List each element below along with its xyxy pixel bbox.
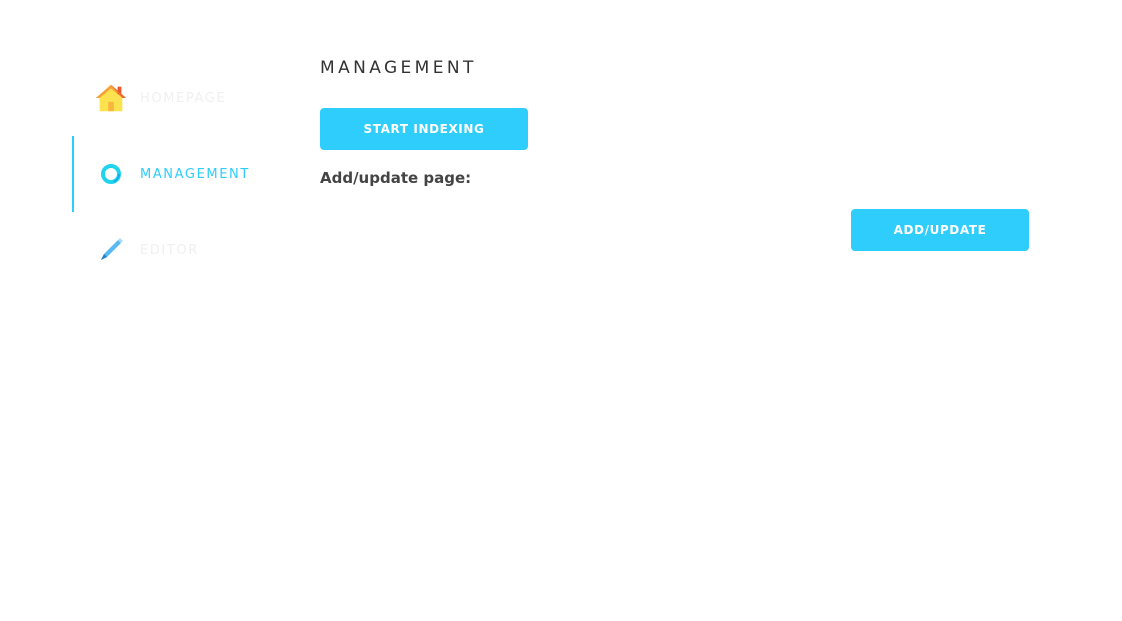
sidebar-item-management[interactable]: Management [72, 136, 292, 212]
pencil-icon [94, 233, 128, 267]
home-icon [94, 81, 128, 115]
sidebar-item-label: Homepage [140, 90, 227, 106]
app-window: Homepage Management Editor MANA [0, 0, 1122, 621]
add-update-button[interactable]: ADD/UPDATE [851, 209, 1029, 251]
sidebar-item-homepage[interactable]: Homepage [72, 60, 292, 136]
page-title: MANAGEMENT [320, 58, 477, 78]
main-content: MANAGEMENT START INDEXING Add/update pag… [320, 55, 1040, 251]
start-indexing-button[interactable]: START INDEXING [320, 108, 528, 150]
add-update-page-label: Add/update page: [320, 169, 472, 187]
sidebar-item-label: Editor [140, 242, 199, 258]
sidebar-item-editor[interactable]: Editor [72, 212, 292, 288]
ring-icon [94, 157, 128, 191]
sidebar: Homepage Management Editor [72, 60, 292, 288]
sidebar-item-label: Management [140, 166, 250, 182]
